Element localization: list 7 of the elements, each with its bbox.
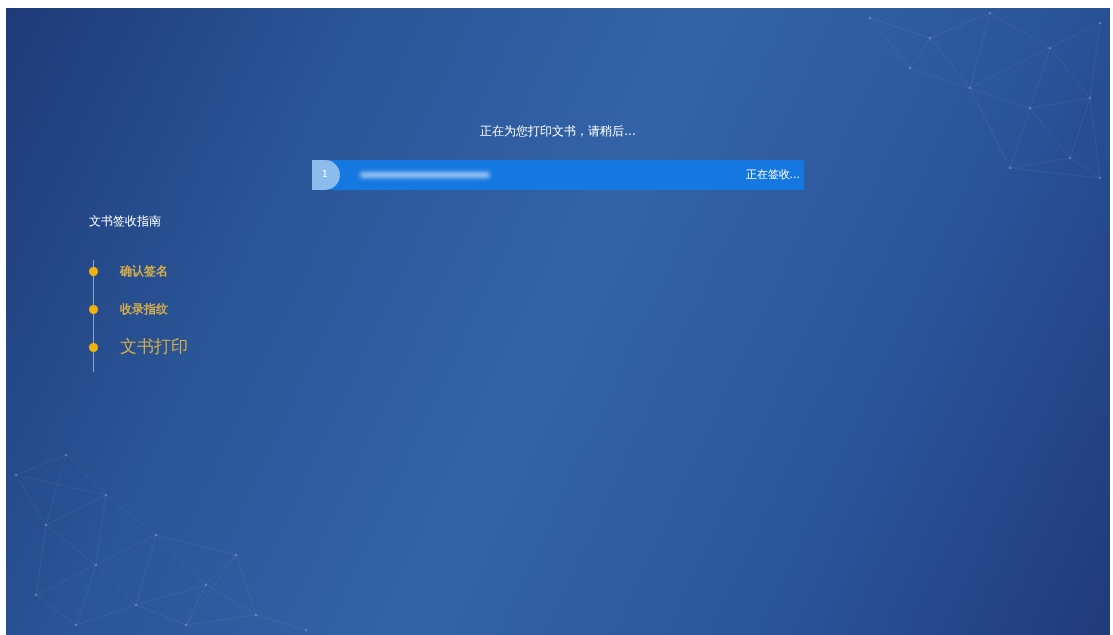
step-label: 文书打印: [120, 335, 188, 359]
step-label: 收录指纹: [120, 301, 168, 318]
status-message: 正在为您打印文书，请稍后...: [480, 123, 636, 140]
document-status: 正在签收...: [745, 166, 800, 183]
guide-title: 文书签收指南: [89, 213, 162, 230]
step-label: 确认签名: [120, 263, 168, 280]
index-badge: 1: [312, 160, 340, 190]
